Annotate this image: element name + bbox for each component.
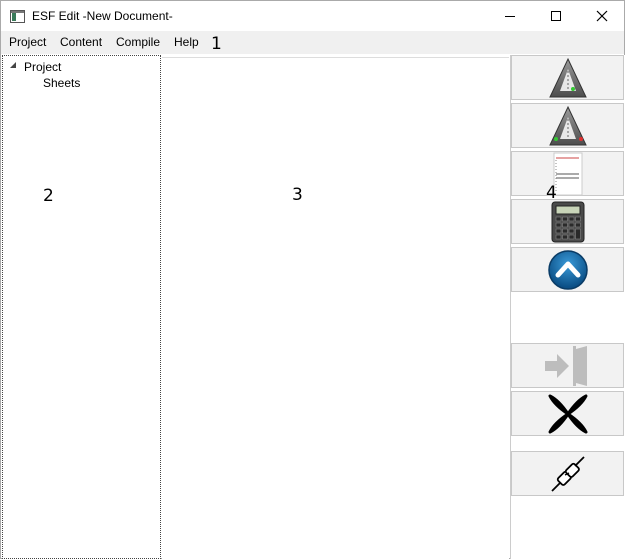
- menu-bar: Project Content Compile Help 1: [1, 31, 624, 54]
- plug-connect-icon: [550, 455, 585, 492]
- toolbar-button-7[interactable]: [511, 391, 624, 436]
- title-bar: ESF Edit -New Document-: [1, 1, 624, 31]
- app-icon: [10, 10, 25, 23]
- close-icon: [596, 10, 608, 22]
- minimize-button[interactable]: [487, 1, 533, 31]
- triangle-edit-icon: [548, 105, 587, 145]
- overlay-label-4: 4: [546, 183, 557, 203]
- calculator-icon: [551, 201, 584, 242]
- menu-project[interactable]: Project: [9, 35, 46, 49]
- app-window: ESF Edit -New Document- Project Content …: [0, 0, 625, 559]
- toolbar-button-6[interactable]: [511, 343, 624, 388]
- toolbar-button-5[interactable]: [511, 247, 624, 292]
- toolbar-button-8[interactable]: [511, 451, 624, 496]
- maximize-button[interactable]: [533, 1, 579, 31]
- overlay-label-3: 3: [292, 185, 303, 205]
- toolbar-button-2[interactable]: [511, 103, 624, 148]
- maximize-icon: [551, 11, 561, 21]
- toolbar-button-3[interactable]: [511, 151, 624, 196]
- overlay-label-2: 2: [43, 186, 54, 206]
- triangle-forward-icon: [548, 57, 587, 97]
- up-arrow-circle-icon: [547, 249, 588, 290]
- window-title: ESF Edit -New Document-: [32, 9, 173, 23]
- overlay-label-1: 1: [211, 34, 222, 54]
- right-toolbar: 4: [510, 55, 625, 559]
- editor-area[interactable]: 3: [162, 57, 509, 559]
- menu-help[interactable]: Help: [174, 35, 199, 49]
- exit-door-icon: [544, 345, 587, 386]
- close-button[interactable]: [579, 1, 625, 31]
- toolbar-button-1[interactable]: [511, 55, 624, 100]
- x-close-icon: [548, 394, 587, 433]
- tree-item-sheets[interactable]: Sheets: [43, 76, 80, 90]
- tree-expand-icon[interactable]: [10, 62, 17, 69]
- menu-content[interactable]: Content: [60, 35, 102, 49]
- menu-compile[interactable]: Compile: [116, 35, 160, 49]
- minimize-icon: [505, 15, 515, 17]
- toolbar-button-4[interactable]: [511, 199, 624, 244]
- project-tree-panel[interactable]: Project Sheets 2: [2, 55, 161, 559]
- tree-item-project[interactable]: Project: [24, 60, 61, 74]
